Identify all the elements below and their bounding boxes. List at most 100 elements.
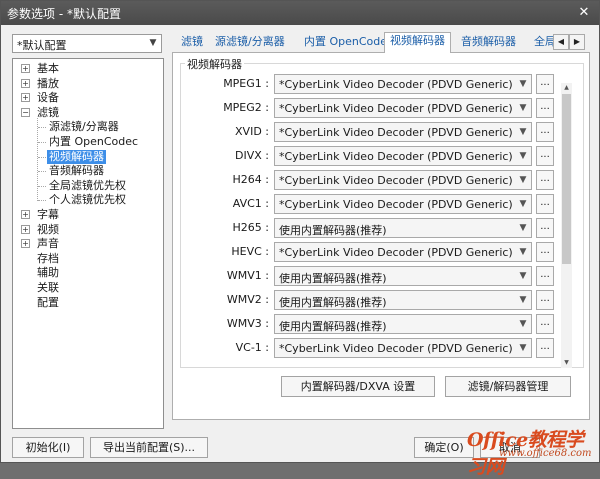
chevron-down-icon[interactable]: ▼ xyxy=(517,317,529,331)
settings-tree[interactable]: + 基本 + 播放 + 设备 − 滤镜 源滤镜/分离器 内置 OpenCodec 视频解码器 音频解码… xyxy=(12,58,164,429)
chevron-down-icon[interactable]: ▼ xyxy=(517,77,529,91)
expand-icon[interactable]: + xyxy=(21,239,30,249)
scroll-down-icon[interactable]: ▼ xyxy=(561,358,572,368)
tree-item-label: 设备 xyxy=(37,91,59,105)
tree-item[interactable]: + 字幕 xyxy=(21,208,61,222)
decoder-more-button[interactable]: ... xyxy=(536,98,554,118)
decoder-label: WMV3 : xyxy=(226,317,269,330)
tree-item[interactable]: + 设备 xyxy=(21,91,61,105)
tree-connector xyxy=(38,185,46,187)
chevron-down-icon[interactable]: ▼ xyxy=(517,269,529,283)
tree-item-label: 个人滤镜优先权 xyxy=(49,193,126,207)
expand-icon[interactable]: + xyxy=(21,224,30,234)
decoder-select[interactable]: 使用内置解码器(推荐) ▼ xyxy=(274,314,532,334)
decoder-select[interactable]: *CyberLink Video Decoder (PDVD Generic) ▼ xyxy=(274,338,532,358)
decoder-select[interactable]: 使用内置解码器(推荐) ▼ xyxy=(274,266,532,286)
decoder-select[interactable]: *CyberLink Video Decoder (PDVD Generic) ▼ xyxy=(274,98,532,118)
tree-item[interactable]: + 基本 xyxy=(21,62,61,76)
tree-item[interactable]: + 声音 xyxy=(21,237,61,251)
tab[interactable]: 源滤镜/分离器 xyxy=(210,34,290,52)
decoder-row: HEVC : *CyberLink Video Decoder (PDVD Gen… xyxy=(183,242,567,262)
scroll-right-icon[interactable]: ▶ xyxy=(569,34,585,50)
decoder-more-button[interactable]: ... xyxy=(536,242,554,262)
tree-connector xyxy=(38,156,46,158)
decoder-more-button[interactable]: ... xyxy=(536,218,554,238)
decoder-more-button[interactable]: ... xyxy=(536,290,554,310)
tree-item-label: 声音 xyxy=(37,237,59,251)
tree-item[interactable]: + 视频 xyxy=(21,223,61,237)
decoder-select[interactable]: *CyberLink Video Decoder (PDVD Generic) ▼ xyxy=(274,146,532,166)
decoder-select[interactable]: 使用内置解码器(推荐) ▼ xyxy=(274,290,532,310)
tree-item[interactable]: 关联 xyxy=(21,281,61,295)
decoder-more-button[interactable]: ... xyxy=(536,74,554,94)
decoder-value: *CyberLink Video Decoder (PDVD Generic) xyxy=(279,102,513,115)
tree-item[interactable]: 存档 xyxy=(21,252,61,266)
collapse-icon[interactable]: − xyxy=(21,107,30,117)
tree-item[interactable]: 辅助 xyxy=(21,266,61,280)
tree-item-label: 关联 xyxy=(37,281,59,294)
chevron-down-icon[interactable]: ▼ xyxy=(517,101,529,115)
tree-item[interactable]: 视频解码器 xyxy=(47,149,106,164)
decoder-select[interactable]: *CyberLink Video Decoder (PDVD Generic) ▼ xyxy=(274,170,532,190)
expand-icon[interactable]: + xyxy=(21,210,30,219)
tree-item[interactable]: 配置 xyxy=(21,296,61,310)
filter-decoder-manage-button[interactable]: 滤镜/解码器管理 xyxy=(445,376,571,397)
decoder-value: 使用内置解码器(推荐) xyxy=(279,224,387,237)
decoder-more-button[interactable]: ... xyxy=(536,146,554,166)
tree-item[interactable]: 音频解码器 xyxy=(47,164,106,178)
tree-item[interactable]: 源滤镜/分离器 xyxy=(47,120,121,134)
scroll-up-icon[interactable]: ▲ xyxy=(561,83,572,93)
decoder-select[interactable]: *CyberLink Video Decoder (PDVD Generic) ▼ xyxy=(274,242,532,262)
chevron-down-icon[interactable]: ▼ xyxy=(517,221,529,235)
title-bar[interactable]: 参数选项 - *默认配置 ✕ xyxy=(1,1,599,25)
decoder-more-button[interactable]: ... xyxy=(536,122,554,142)
chevron-down-icon[interactable]: ▼ xyxy=(517,293,529,307)
tree-connector xyxy=(38,127,46,129)
decoder-more-button[interactable]: ... xyxy=(536,266,554,286)
expand-icon[interactable]: + xyxy=(21,93,30,103)
tree-item-label: 源滤镜/分离器 xyxy=(49,120,119,134)
decoder-value: 使用内置解码器(推荐) xyxy=(279,272,387,285)
tree-item[interactable]: 全局滤镜优先权 xyxy=(47,179,128,193)
decoder-more-button[interactable]: ... xyxy=(536,338,554,358)
decoder-row: WMV2 : 使用内置解码器(推荐) ▼... xyxy=(183,290,567,310)
builtin-decoder-dxva-button[interactable]: 内置解码器/DXVA 设置 xyxy=(281,376,435,397)
decoder-select[interactable]: *CyberLink Video Decoder (PDVD Generic) ▼ xyxy=(274,194,532,214)
tree-item[interactable]: + 播放 xyxy=(21,77,61,91)
decoder-more-button[interactable]: ... xyxy=(536,194,554,214)
decoder-select[interactable]: *CyberLink Video Decoder (PDVD Generic) ▼ xyxy=(274,122,532,142)
tree-item[interactable]: − 滤镜 xyxy=(21,106,61,120)
video-decoder-panel: 视频解码器 MPEG1 : *CyberLink Video Decoder (P… xyxy=(172,52,590,420)
tab[interactable]: 视频解码器 xyxy=(384,32,451,53)
scrollbar-thumb[interactable] xyxy=(562,94,571,264)
decoder-select[interactable]: 使用内置解码器(推荐) ▼ xyxy=(274,218,532,238)
decoder-select[interactable]: *CyberLink Video Decoder (PDVD Generic) ▼ xyxy=(274,74,532,94)
expand-icon[interactable]: + xyxy=(21,64,30,73)
chevron-down-icon[interactable]: ▼ xyxy=(145,35,161,52)
chevron-down-icon[interactable]: ▼ xyxy=(517,125,529,139)
tab[interactable]: 音频解码器 xyxy=(456,34,521,52)
decoder-more-button[interactable]: ... xyxy=(536,314,554,334)
export-config-button[interactable]: 导出当前配置(S)... xyxy=(90,437,208,458)
decoder-more-button[interactable]: ... xyxy=(536,170,554,190)
tree-item[interactable]: 个人滤镜优先权 xyxy=(47,193,128,207)
scroll-left-icon[interactable]: ◀ xyxy=(553,34,569,50)
tree-item[interactable]: 内置 OpenCodec xyxy=(47,135,140,149)
preset-select[interactable]: *默认配置 ▼ xyxy=(12,34,162,53)
decoder-value: *CyberLink Video Decoder (PDVD Generic) xyxy=(279,342,513,355)
expand-icon[interactable]: + xyxy=(21,78,30,88)
chevron-down-icon[interactable]: ▼ xyxy=(517,149,529,163)
window-title: 参数选项 - *默认配置 xyxy=(7,7,121,21)
chevron-down-icon[interactable]: ▼ xyxy=(517,341,529,355)
close-icon[interactable]: ✕ xyxy=(573,3,595,22)
decoder-label: H264 : xyxy=(232,173,269,186)
init-button[interactable]: 初始化(I) xyxy=(12,437,84,458)
decoder-scrollbar[interactable]: ▲ ▼ xyxy=(561,83,572,368)
watermark-url: www.office68.com xyxy=(499,448,592,459)
chevron-down-icon[interactable]: ▼ xyxy=(517,245,529,259)
tab-scroll-buttons: ◀ ▶ xyxy=(553,34,589,50)
chevron-down-icon[interactable]: ▼ xyxy=(517,197,529,211)
decoder-label: XVID : xyxy=(235,125,269,138)
tab[interactable]: 滤镜 xyxy=(176,34,208,52)
chevron-down-icon[interactable]: ▼ xyxy=(517,173,529,187)
